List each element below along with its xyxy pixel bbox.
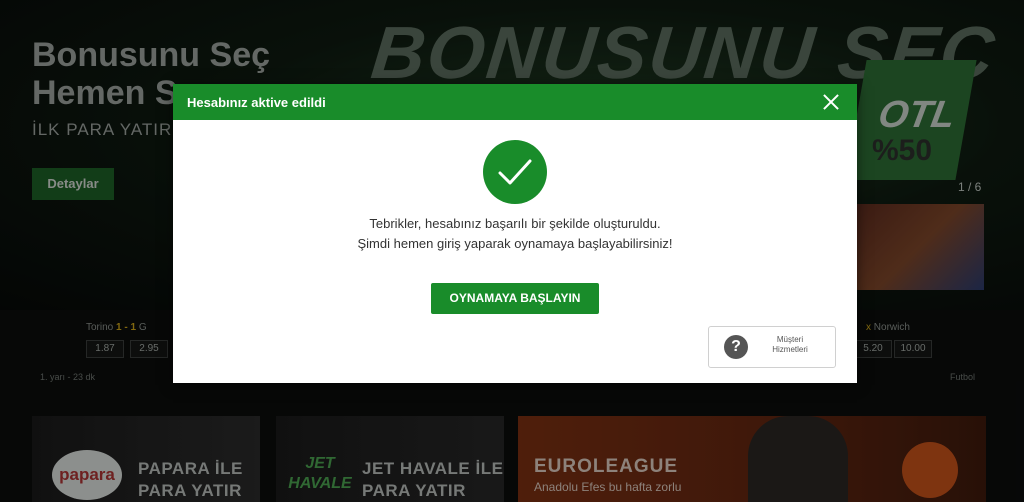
support-label-line2: Hizmetleri: [772, 345, 808, 354]
close-icon[interactable]: [821, 92, 841, 112]
activation-modal: Hesabınız aktive edildi Tebrikler, hesab…: [173, 84, 857, 383]
success-message-line1: Tebrikler, hesabınız başarılı bir şekild…: [369, 216, 661, 231]
support-label: Müşteri Hizmetleri: [755, 335, 825, 355]
modal-title: Hesabınız aktive edildi: [187, 95, 326, 110]
question-circle-icon: ?: [724, 335, 748, 359]
start-playing-button[interactable]: OYNAMAYA BAŞLAYIN: [431, 283, 599, 314]
customer-support-button[interactable]: ? Müşteri Hizmetleri: [708, 326, 836, 368]
support-label-line1: Müşteri: [776, 335, 804, 344]
success-message-line2: Şimdi hemen giriş yaparak oynamaya başla…: [357, 236, 673, 251]
modal-header: Hesabınız aktive edildi: [173, 84, 857, 120]
checkmark-icon: [483, 140, 547, 204]
